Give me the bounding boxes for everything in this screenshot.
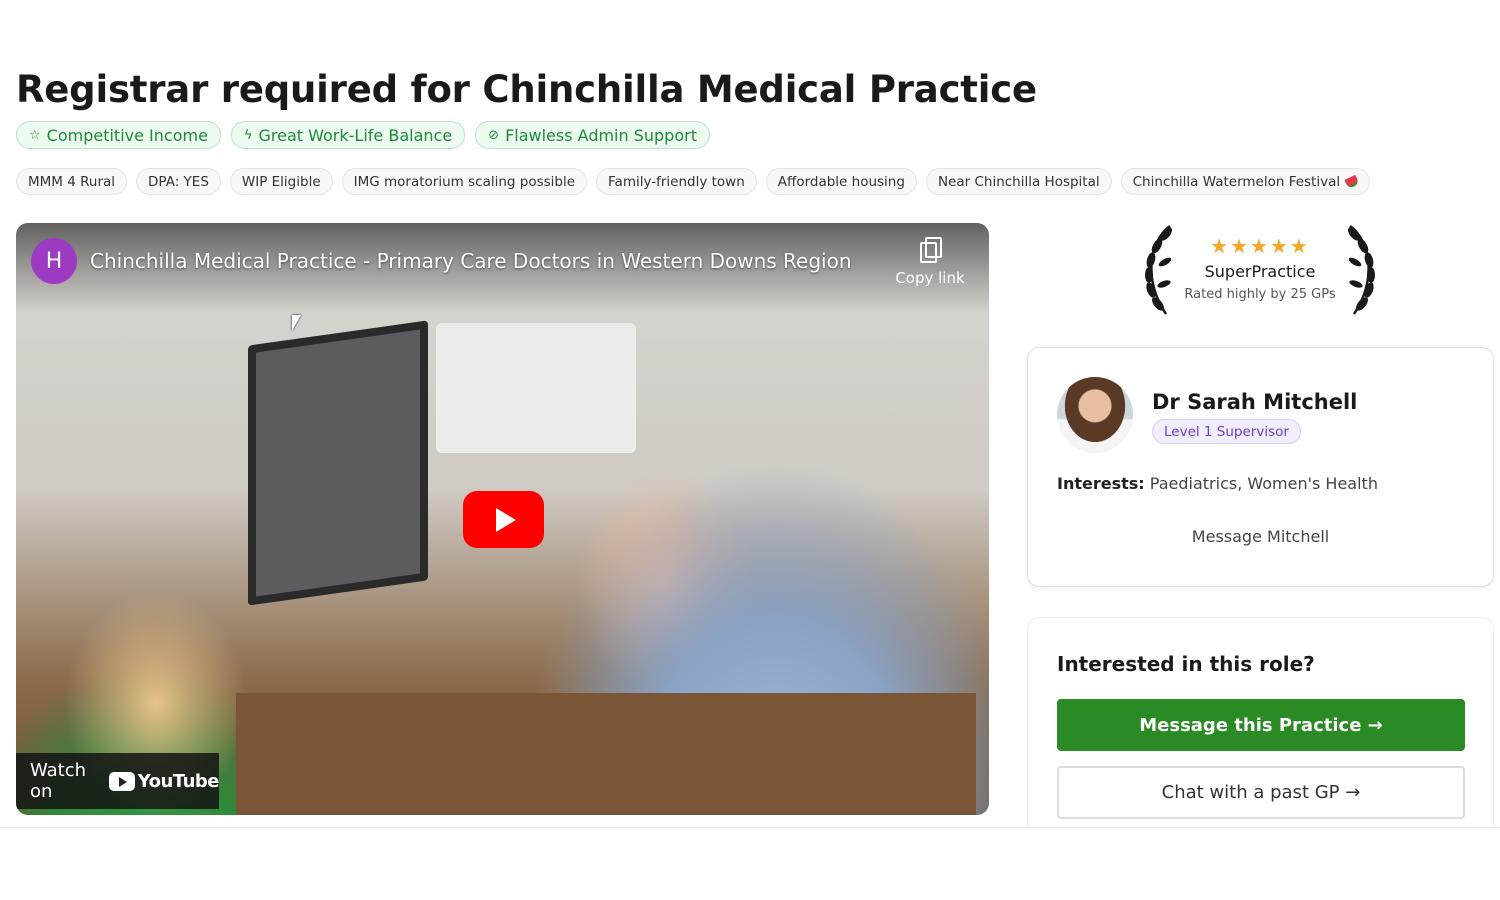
copy-link-label: Copy link xyxy=(895,269,965,287)
youtube-wordmark: YouTube xyxy=(137,770,220,792)
lightning-icon: ϟ xyxy=(243,127,253,143)
watermelon-icon xyxy=(1344,174,1360,189)
interests-value: Paediatrics, Women's Health xyxy=(1149,474,1378,493)
tag-watermelon-festival: Chinchilla Watermelon Festival xyxy=(1120,168,1371,195)
supervisor-card: Dr Sarah Mitchell Level 1 Supervisor Int… xyxy=(1027,347,1494,587)
highlight-chips: ☆ Competitive Income ϟ Great Work-Life B… xyxy=(16,121,710,149)
supervisor-name: Dr Sarah Mitchell xyxy=(1152,390,1358,414)
tag: Affordable housing xyxy=(765,168,917,195)
copy-icon xyxy=(920,237,942,263)
tag-list: MMM 4 Rural DPA: YES WIP Eligible IMG mo… xyxy=(16,168,1371,195)
video-title[interactable]: Chinchilla Medical Practice - Primary Ca… xyxy=(90,249,852,273)
page-title: Registrar required for Chinchilla Medica… xyxy=(16,68,1037,111)
tag: DPA: YES xyxy=(136,168,221,195)
youtube-play-icon xyxy=(108,771,135,791)
highlight-competitive-income: ☆ Competitive Income xyxy=(16,121,221,149)
check-circle-icon: ⊘ xyxy=(488,127,500,143)
video-frame-printer xyxy=(436,323,636,453)
supervisor-avatar xyxy=(1057,377,1133,453)
mouse-cursor-icon xyxy=(292,315,301,331)
message-supervisor-link[interactable]: Message Mitchell xyxy=(1028,527,1493,546)
tag: WIP Eligible xyxy=(229,168,333,195)
chat-past-gp-button[interactable]: Chat with a past GP → xyxy=(1057,766,1465,819)
message-practice-button[interactable]: Message this Practice → xyxy=(1057,699,1465,751)
watch-on-youtube-button[interactable]: Watch on YouTube xyxy=(16,753,220,809)
play-button[interactable] xyxy=(463,491,544,548)
watch-on-label: Watch on xyxy=(30,760,87,802)
interest-title: Interested in this role? xyxy=(1057,652,1315,676)
star-outline-icon: ☆ xyxy=(29,127,41,143)
supervisor-interests: Interests: Paediatrics, Women's Health xyxy=(1057,474,1378,493)
job-listing-page: Registrar required for Chinchilla Medica… xyxy=(0,0,1500,832)
interests-label: Interests: xyxy=(1057,474,1145,493)
tag-label: Chinchilla Watermelon Festival xyxy=(1132,173,1341,190)
video-frame-desk xyxy=(236,693,976,815)
tag: Near Chinchilla Hospital xyxy=(925,168,1112,195)
highlight-work-life-balance: ϟ Great Work-Life Balance xyxy=(230,121,466,149)
tag: IMG moratorium scaling possible xyxy=(341,168,588,195)
laurel-right-icon xyxy=(1348,224,1375,315)
youtube-logo: YouTube xyxy=(108,770,220,792)
superpractice-award: ★★★★★ SuperPractice Rated highly by 25 G… xyxy=(1140,220,1380,320)
copy-link-button[interactable]: Copy link xyxy=(895,237,965,287)
interest-card: Interested in this role? Message this Pr… xyxy=(1027,617,1494,832)
tag: Family-friendly town xyxy=(596,168,757,195)
highlight-label: Flawless Admin Support xyxy=(505,125,697,145)
video-frame-monitor xyxy=(248,320,428,606)
highlight-label: Competitive Income xyxy=(46,125,208,145)
highlight-label: Great Work-Life Balance xyxy=(258,125,453,145)
viewport-edge xyxy=(1020,828,1500,900)
supervisor-level-badge: Level 1 Supervisor xyxy=(1152,419,1301,444)
highlight-admin-support: ⊘ Flawless Admin Support xyxy=(475,121,710,149)
tag: MMM 4 Rural xyxy=(16,168,128,195)
channel-avatar[interactable]: H xyxy=(31,238,77,284)
video-player[interactable]: H Chinchilla Medical Practice - Primary … xyxy=(16,223,989,815)
